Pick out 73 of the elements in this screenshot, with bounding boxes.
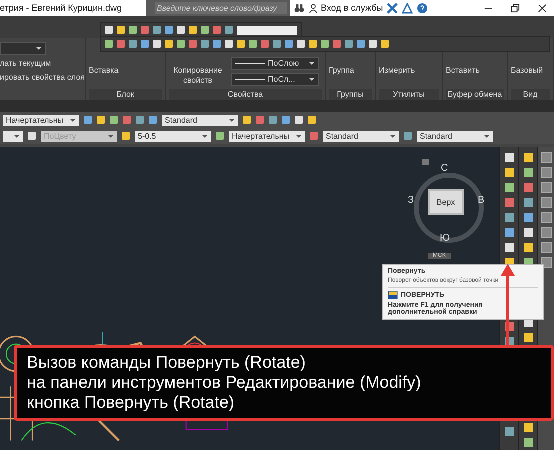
exchange-icon[interactable]: [387, 2, 398, 14]
linetype-dropdown[interactable]: ПоСл...: [231, 73, 319, 86]
tool-icon[interactable]: [503, 226, 515, 238]
tool-icon[interactable]: [522, 166, 534, 178]
style-dropdown[interactable]: Начертательны: [3, 114, 79, 126]
panel-title-button[interactable]: Вид: [511, 89, 550, 100]
search-field[interactable]: Введите ключевое слово/фразу: [155, 2, 287, 14]
layer-dropdown[interactable]: [0, 42, 46, 55]
command-icon: [388, 291, 398, 299]
ribbon-button[interactable]: Вставить: [446, 66, 480, 76]
caret-icon: [309, 78, 315, 81]
panel-title-button[interactable]: Блок: [89, 89, 162, 100]
ribbon-button[interactable]: Базовый: [511, 66, 544, 76]
compass-label[interactable]: З: [408, 195, 414, 206]
caret-icon: [296, 134, 302, 138]
tool-icon[interactable]: [522, 436, 534, 448]
ribbon-button[interactable]: Вставка: [89, 66, 119, 76]
caret-icon: [484, 134, 490, 138]
style-dropdown[interactable]: Standard: [162, 114, 238, 126]
tool-icon[interactable]: [503, 211, 515, 223]
tool-icon[interactable]: [522, 226, 534, 238]
tool-icon[interactable]: [540, 256, 552, 268]
tool-icon[interactable]: [503, 166, 515, 178]
caret-icon: [229, 118, 235, 122]
caret-icon: [36, 47, 42, 50]
panel-title-button[interactable]: Буфер обмена: [446, 89, 504, 100]
style-dropdown[interactable]: 5-0.5: [135, 130, 211, 142]
annotation-text: Вызов команды Повернуть (Rotate): [27, 353, 307, 373]
style-dropdown[interactable]: Начертательны: [229, 130, 305, 142]
panel-title-button[interactable]: Группы: [329, 89, 372, 100]
tool-icon[interactable]: [522, 331, 534, 343]
close-icon[interactable]: [538, 4, 547, 12]
style-dropdown[interactable]: Standard: [417, 130, 493, 142]
tool-icon[interactable]: [503, 181, 515, 193]
user-icon: [309, 4, 318, 12]
tool-icon[interactable]: [522, 421, 534, 433]
triangle-icon[interactable]: [402, 2, 414, 14]
viewcube-face[interactable]: Верх: [428, 189, 464, 215]
tool-icon[interactable]: [522, 211, 534, 223]
tool-icon[interactable]: [522, 196, 534, 208]
ribbon-command[interactable]: лать текущим: [0, 59, 52, 69]
linetype-dropdown[interactable]: ПоСлою: [231, 57, 319, 70]
home-icon[interactable]: [422, 159, 429, 165]
caret-icon: [309, 62, 315, 65]
binoculars-icon[interactable]: [294, 2, 305, 14]
caret-icon: [14, 134, 20, 138]
ribbon-button[interactable]: Копирование свойств: [169, 66, 227, 86]
annotation-text: кнопка Повернуть (Rotate): [27, 393, 236, 413]
compass-label[interactable]: В: [478, 195, 485, 206]
caret-icon: [390, 134, 396, 138]
dropdown-field[interactable]: [237, 26, 297, 34]
restore-icon[interactable]: [511, 4, 520, 12]
compass-label[interactable]: Ю: [440, 233, 450, 244]
panel-title-button[interactable]: Свойства: [169, 89, 322, 100]
sign-in-button[interactable]: Вход в службы: [309, 3, 384, 13]
tool-icon[interactable]: [503, 241, 515, 253]
ribbon-button[interactable]: Измерить: [379, 66, 416, 76]
annotation-text: на панели инструментов Редактирование (Modify): [27, 373, 422, 393]
caret-icon: [70, 118, 76, 122]
tool-icon[interactable]: [503, 151, 515, 163]
window-title: етрия - Евгений Курицин.dwg: [0, 3, 123, 13]
style-dropdown[interactable]: Standard: [323, 130, 399, 142]
tool-icon[interactable]: [503, 425, 515, 437]
ribbon-command[interactable]: ировать свойства слоя: [0, 73, 85, 83]
caret-icon: [108, 134, 114, 138]
tool-icon[interactable]: [522, 151, 534, 163]
style-dropdown[interactable]: [3, 130, 23, 142]
caret-icon: [202, 134, 208, 138]
compass-label[interactable]: С: [441, 163, 448, 174]
ribbon-button[interactable]: Группа: [329, 66, 354, 76]
help-icon[interactable]: [417, 2, 428, 14]
tool-icon[interactable]: [522, 241, 534, 253]
panel-title-button[interactable]: Утилиты: [379, 89, 439, 100]
